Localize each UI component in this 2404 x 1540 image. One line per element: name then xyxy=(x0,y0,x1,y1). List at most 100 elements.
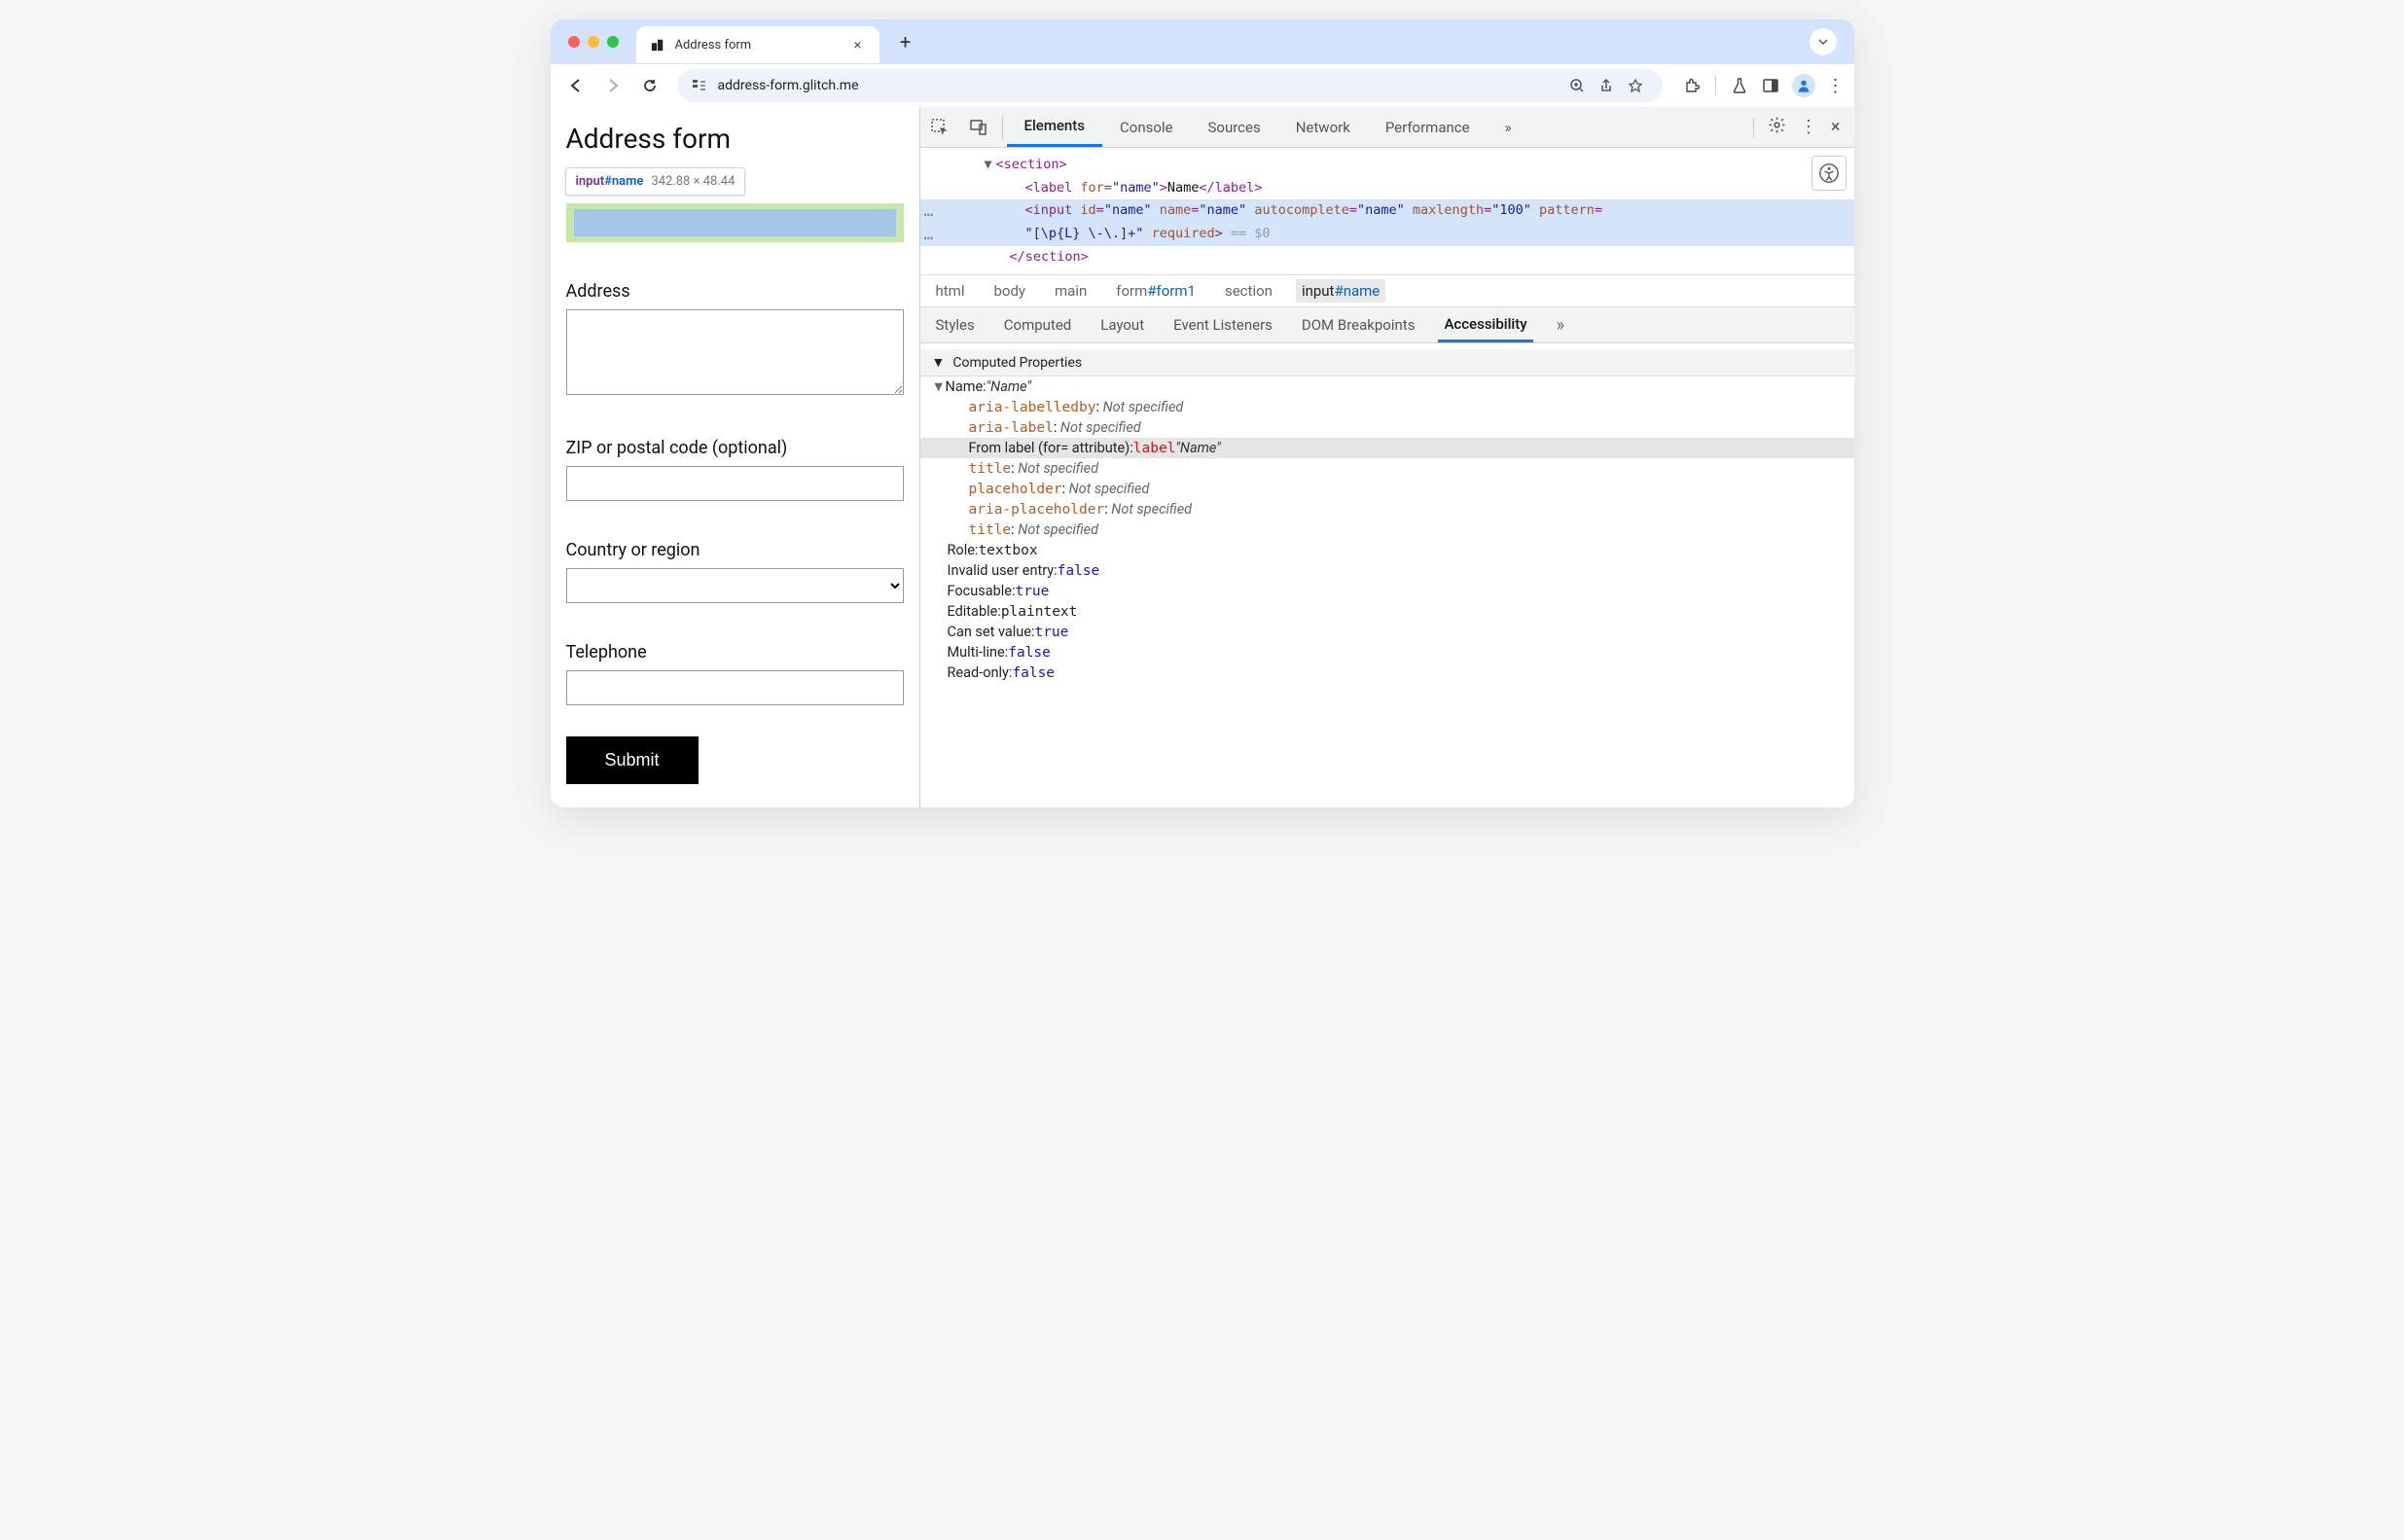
acc-property-row: Can set value: true xyxy=(920,622,1854,642)
devtools-right-separator xyxy=(1753,118,1754,137)
url-text: address-form.glitch.me xyxy=(718,78,1558,93)
crumb-section[interactable]: section xyxy=(1219,279,1278,303)
tooltip-element: input xyxy=(576,174,605,189)
address-bar[interactable]: address-form.glitch.me xyxy=(677,69,1663,102)
acc-property-row: Editable: plaintext xyxy=(920,601,1854,622)
acc-property-value: true xyxy=(1015,584,1049,599)
dom-line-input[interactable]: <input id="name" name="name" autocomplet… xyxy=(920,199,1854,223)
acc-property-row: Role: textbox xyxy=(920,540,1854,560)
telephone-field-group: Telephone xyxy=(566,642,904,705)
acc-property-key: Read-only: xyxy=(948,664,1013,681)
more-menu-button[interactable]: ⋮ xyxy=(1827,76,1845,96)
browser-toolbar: address-form.glitch.me xyxy=(551,64,1854,107)
maximize-window-button[interactable] xyxy=(607,36,619,48)
tab-close-button[interactable]: × xyxy=(849,36,865,54)
acc-property-key: Focusable: xyxy=(948,583,1016,599)
dom-line-section-close[interactable]: </section> xyxy=(920,246,1854,269)
devtools-tab-console[interactable]: Console xyxy=(1102,107,1191,147)
window-controls xyxy=(568,36,619,48)
forward-button[interactable] xyxy=(597,70,628,101)
devtools-settings-icon[interactable] xyxy=(1768,116,1786,139)
acc-aria-placeholder: aria-placeholder: Not specified xyxy=(920,499,1854,519)
reload-button[interactable] xyxy=(634,70,665,101)
subtab-accessibility[interactable]: Accessibility xyxy=(1438,307,1532,342)
telephone-input[interactable] xyxy=(566,670,904,705)
devtools-tab-elements[interactable]: Elements xyxy=(1007,107,1103,147)
crumb-body[interactable]: body xyxy=(987,279,1031,303)
page-viewport: Address form input#name 342.88 × 48.44 A… xyxy=(551,107,920,807)
tab-search-button[interactable] xyxy=(1810,28,1837,55)
browser-window: Address form × + address-form.glitch.me xyxy=(551,19,1854,807)
tab-favicon xyxy=(650,37,665,53)
device-toolbar-icon[interactable] xyxy=(959,118,998,137)
back-button[interactable] xyxy=(560,70,592,101)
devtools-more-icon[interactable]: ⋮ xyxy=(1800,117,1817,137)
share-icon[interactable] xyxy=(1597,76,1616,95)
devtools-close-icon[interactable]: × xyxy=(1831,117,1841,137)
browser-tab[interactable]: Address form × xyxy=(636,26,879,63)
acc-from-label: From label (for= attribute): label "Name… xyxy=(920,438,1854,458)
acc-property-value: false xyxy=(1012,665,1055,681)
subtab-computed[interactable]: Computed xyxy=(998,307,1078,342)
toolbar-right: ⋮ xyxy=(1682,74,1845,97)
page-title: Address form xyxy=(566,123,904,155)
subtab-overflow[interactable]: » xyxy=(1557,315,1564,336)
accessibility-pane: ▼ Computed Properties ▼ Name: "Name" ari… xyxy=(920,343,1854,807)
dom-line-input-cont[interactable]: "[\p{L} \-\.]+" required> == $0 xyxy=(920,223,1854,246)
crumb-form[interactable]: form#form1 xyxy=(1110,279,1202,303)
acc-property-key: Invalid user entry: xyxy=(948,562,1058,579)
acc-property-value: false xyxy=(1058,563,1100,579)
submit-button[interactable]: Submit xyxy=(566,736,699,784)
extensions-icon[interactable] xyxy=(1682,76,1702,95)
labs-icon[interactable] xyxy=(1730,76,1749,95)
country-label: Country or region xyxy=(566,540,904,560)
zip-input[interactable] xyxy=(566,466,904,501)
crumb-html[interactable]: html xyxy=(930,279,971,303)
devtools-panel: Elements Console Sources Network Perform… xyxy=(920,107,1854,807)
acc-property-key: Can set value: xyxy=(948,624,1035,640)
acc-property-row: Read-only: false xyxy=(920,663,1854,683)
side-panel-icon[interactable] xyxy=(1761,76,1780,95)
devtools-tabs-overflow[interactable]: » xyxy=(1488,107,1529,147)
dom-line-label[interactable]: <label for="name">Name</label> xyxy=(920,177,1854,200)
zoom-icon[interactable] xyxy=(1567,76,1587,95)
subtab-event-listeners[interactable]: Event Listeners xyxy=(1167,307,1278,342)
acc-property-key: Editable: xyxy=(948,603,1001,620)
acc-property-key: Multi-line: xyxy=(948,644,1009,661)
subtab-styles[interactable]: Styles xyxy=(930,307,981,342)
minimize-window-button[interactable] xyxy=(588,36,599,48)
devtools-tab-network[interactable]: Network xyxy=(1278,107,1368,147)
address-textarea[interactable] xyxy=(566,309,904,395)
inspect-element-icon[interactable] xyxy=(920,118,959,137)
subtab-dom-breakpoints[interactable]: DOM Breakpoints xyxy=(1296,307,1421,342)
devtools-tab-sources[interactable]: Sources xyxy=(1191,107,1278,147)
new-tab-button[interactable]: + xyxy=(891,27,920,56)
inspect-tooltip: input#name 342.88 × 48.44 xyxy=(565,167,746,196)
highlighted-name-field-wrapper xyxy=(566,203,904,242)
acc-property-row: Focusable: true xyxy=(920,581,1854,601)
acc-name-row[interactable]: ▼ Name: "Name" xyxy=(920,376,1854,397)
address-field-group: Address xyxy=(566,281,904,399)
bookmark-star-icon[interactable] xyxy=(1626,76,1645,95)
dom-tree[interactable]: ▼<section> <label for="name">Name</label… xyxy=(920,148,1854,274)
devtools-tab-performance[interactable]: Performance xyxy=(1368,107,1488,147)
acc-section-header[interactable]: ▼ Computed Properties xyxy=(920,349,1854,376)
crumb-input[interactable]: input#name xyxy=(1296,279,1385,303)
crumb-main[interactable]: main xyxy=(1049,279,1093,303)
acc-aria-labelledby: aria-labelledby: Not specified xyxy=(920,397,1854,417)
acc-property-value: true xyxy=(1034,625,1068,640)
devtools-sidebar-tabs: Styles Computed Layout Event Listeners D… xyxy=(920,306,1854,343)
profile-avatar[interactable] xyxy=(1792,74,1815,97)
country-select[interactable] xyxy=(566,568,904,603)
acc-aria-label: aria-label: Not specified xyxy=(920,417,1854,438)
dom-line-section-open[interactable]: ▼<section> xyxy=(920,154,1854,177)
close-window-button[interactable] xyxy=(568,36,580,48)
site-settings-icon[interactable] xyxy=(691,77,708,94)
acc-property-row: Multi-line: false xyxy=(920,642,1854,663)
acc-placeholder: placeholder: Not specified xyxy=(920,479,1854,499)
tooltip-dimensions: 342.88 × 48.44 xyxy=(651,174,735,189)
acc-properties: Role: textbox Invalid user entry: false Fo… xyxy=(920,540,1854,683)
acc-property-value: textbox xyxy=(978,543,1037,558)
subtab-layout[interactable]: Layout xyxy=(1094,307,1150,342)
highlighted-name-input[interactable] xyxy=(574,209,896,236)
